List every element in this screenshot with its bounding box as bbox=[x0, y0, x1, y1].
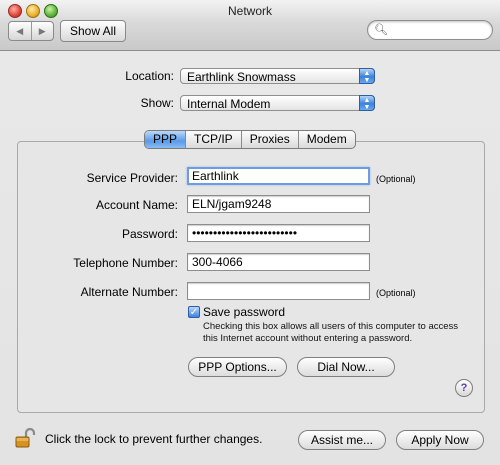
tab-proxies[interactable]: Proxies bbox=[242, 131, 299, 148]
save-password-help-text: Checking this box allows all users of th… bbox=[203, 321, 459, 344]
show-all-button[interactable]: Show All bbox=[60, 20, 126, 42]
search-field[interactable]: 🔍︎ bbox=[367, 20, 493, 40]
search-input[interactable] bbox=[386, 22, 488, 39]
password-field[interactable] bbox=[187, 224, 370, 242]
service-provider-optional: (Optional) bbox=[376, 174, 416, 184]
service-provider-field[interactable] bbox=[187, 167, 370, 185]
tab-bar: PPP TCP/IP Proxies Modem bbox=[144, 130, 356, 149]
show-popup[interactable]: Internal Modem ▲ ▼ bbox=[180, 95, 375, 111]
up-down-arrows-icon: ▲ ▼ bbox=[359, 68, 375, 84]
tab-modem[interactable]: Modem bbox=[299, 131, 355, 148]
title-bar: Network ◀ ▶ Show All 🔍︎ bbox=[0, 0, 500, 51]
lock-status-text: Click the lock to prevent further change… bbox=[45, 432, 263, 446]
alternate-number-optional: (Optional) bbox=[376, 288, 416, 298]
alternate-number-field[interactable] bbox=[187, 282, 370, 300]
up-down-arrows-icon: ▲ ▼ bbox=[359, 95, 375, 111]
back-arrow-icon[interactable]: ◀ bbox=[9, 22, 32, 40]
network-window: Network ◀ ▶ Show All 🔍︎ Location: Earthl… bbox=[0, 0, 500, 465]
show-label: Show: bbox=[140, 96, 174, 110]
assist-me-button[interactable]: Assist me... bbox=[298, 430, 386, 450]
service-provider-label: Service Provider: bbox=[86, 171, 178, 185]
forward-arrow-icon[interactable]: ▶ bbox=[32, 22, 54, 40]
back-forward-control: ◀ ▶ bbox=[8, 21, 54, 41]
location-label: Location: bbox=[125, 69, 174, 83]
ppp-options-button[interactable]: PPP Options... bbox=[188, 357, 287, 377]
account-name-label: Account Name: bbox=[95, 198, 178, 212]
account-name-field[interactable] bbox=[187, 195, 370, 213]
apply-now-button[interactable]: Apply Now bbox=[396, 430, 484, 450]
location-value: Earthlink Snowmass bbox=[187, 70, 296, 84]
tab-ppp[interactable]: PPP bbox=[145, 131, 187, 148]
help-button[interactable]: ? bbox=[455, 379, 473, 397]
lock-icon[interactable] bbox=[14, 427, 36, 449]
location-popup[interactable]: Earthlink Snowmass ▲ ▼ bbox=[180, 68, 375, 84]
dial-now-button[interactable]: Dial Now... bbox=[297, 357, 395, 377]
show-value: Internal Modem bbox=[187, 97, 271, 111]
alternate-number-label: Alternate Number: bbox=[80, 285, 178, 299]
save-password-checkbox[interactable]: ✓ bbox=[188, 306, 200, 318]
password-label: Password: bbox=[121, 227, 178, 241]
tab-tcp-ip[interactable]: TCP/IP bbox=[186, 131, 242, 148]
save-password-label[interactable]: Save password bbox=[203, 305, 285, 319]
window-title: Network bbox=[227, 4, 272, 18]
telephone-number-label: Telephone Number: bbox=[73, 256, 178, 270]
telephone-number-field[interactable] bbox=[187, 253, 370, 271]
